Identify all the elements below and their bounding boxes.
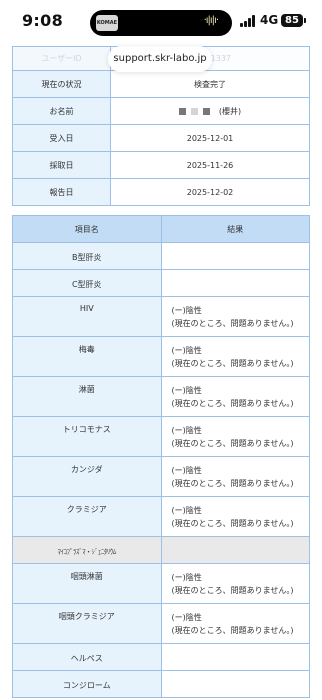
header-item-name: 項目名	[12, 215, 162, 243]
collection-date-value: 2025-11-26	[110, 151, 310, 179]
result-row-hepatitis-c: C型肝炎	[12, 269, 310, 297]
status-label: 現在の状況	[12, 70, 111, 98]
result-row-pharyngeal-gonorrhea: 咽頭淋菌 (ー)陰性 (現在のところ、問題ありません。)	[12, 563, 310, 604]
result-row-herpes: ヘルペス	[12, 643, 310, 671]
status-bar: 9:08 KOMAE ·ı|ı|ı· 4G 85	[0, 0, 322, 42]
result-item: 咽頭クラミジア	[12, 603, 162, 644]
header-result: 結果	[160, 215, 310, 243]
result-row-chlamydia: クラミジア (ー)陰性 (現在のところ、問題ありません。)	[12, 496, 310, 537]
status-row: 現在の状況 検査完了	[12, 70, 310, 98]
result-row-syphilis: 梅毒 (ー)陰性 (現在のところ、問題ありません。)	[12, 336, 310, 377]
url-bar[interactable]: support.skr-labo.jp	[108, 46, 212, 72]
received-date-value: 2025-12-01	[110, 124, 310, 152]
result-row-mycoplasma: ﾏｲｺﾌﾟﾗｽﾞﾏ・ｼﾞｪﾆﾀﾘｳﾑ	[12, 536, 310, 564]
results-header-row: 項目名 結果	[12, 215, 310, 243]
audio-waveform-icon: ·ı|ı|ı·	[203, 15, 219, 26]
app-icon: KOMAE	[96, 15, 118, 31]
result-row-hepatitis-b: B型肝炎	[12, 242, 310, 270]
dynamic-island: KOMAE ·ı|ı|ı·	[90, 10, 232, 36]
result-value: (ー)陰性 (現在のところ、問題ありません。)	[160, 456, 310, 497]
result-row-candida: カンジダ (ー)陰性 (現在のところ、問題ありません。)	[12, 456, 310, 497]
battery-icon: 85	[281, 14, 306, 27]
report-date-row: 報告日 2025-12-02	[12, 178, 310, 206]
collection-date-label: 採取日	[12, 151, 111, 179]
result-item: コンジローム	[12, 670, 162, 698]
result-item: 咽頭淋菌	[12, 563, 162, 604]
result-row-gonorrhea: 淋菌 (ー)陰性 (現在のところ、問題ありません。)	[12, 376, 310, 417]
result-item: B型肝炎	[12, 242, 162, 270]
result-item: C型肝炎	[12, 269, 162, 297]
name-row: お名前 (櫻井)	[12, 97, 310, 125]
received-date-label: 受入日	[12, 124, 111, 152]
result-item: ﾏｲｺﾌﾟﾗｽﾞﾏ・ｼﾞｪﾆﾀﾘｳﾑ	[12, 536, 162, 564]
result-value: (ー)陰性 (現在のところ、問題ありません。)	[160, 496, 310, 537]
name-value: (櫻井)	[110, 97, 310, 125]
status-time: 9:08	[22, 11, 63, 30]
network-type: 4G	[260, 13, 279, 27]
result-value	[160, 269, 310, 297]
phone-screen: 9:08 KOMAE ·ı|ı|ı· 4G 85 ユーザーID 1337 現在の…	[0, 0, 322, 700]
received-date-row: 受入日 2025-12-01	[12, 124, 310, 152]
cellular-signal-icon	[240, 15, 256, 27]
result-row-condyloma: コンジローム	[12, 670, 310, 698]
result-item: 梅毒	[12, 336, 162, 377]
result-item: HIV	[12, 296, 162, 337]
result-value	[160, 643, 310, 671]
result-value	[160, 670, 310, 698]
name-kanji: (櫻井)	[218, 106, 242, 116]
status-value: 検査完了	[110, 70, 310, 98]
report-date-label: 報告日	[12, 178, 111, 206]
result-value: (ー)陰性 (現在のところ、問題ありません。)	[160, 296, 310, 337]
test-results-table: 項目名 結果 B型肝炎 C型肝炎 HIV (ー)陰性 (現在のところ、問題ありませ…	[12, 215, 310, 698]
name-label: お名前	[12, 97, 111, 125]
result-value: (ー)陰性 (現在のところ、問題ありません。)	[160, 416, 310, 457]
result-item: ヘルペス	[12, 643, 162, 671]
result-value	[160, 242, 310, 270]
result-value	[160, 536, 310, 564]
result-row-pharyngeal-chlamydia: 咽頭クラミジア (ー)陰性 (現在のところ、問題ありません。)	[12, 603, 310, 644]
result-item: クラミジア	[12, 496, 162, 537]
result-value: (ー)陰性 (現在のところ、問題ありません。)	[160, 376, 310, 417]
result-row-trichomonas: トリコモナス (ー)陰性 (現在のところ、問題ありません。)	[12, 416, 310, 457]
result-value: (ー)陰性 (現在のところ、問題ありません。)	[160, 603, 310, 644]
result-value: (ー)陰性 (現在のところ、問題ありません。)	[160, 563, 310, 604]
user-id-label: ユーザーID	[12, 46, 111, 71]
result-item: カンジダ	[12, 456, 162, 497]
collection-date-row: 採取日 2025-11-26	[12, 151, 310, 179]
result-item: 淋菌	[12, 376, 162, 417]
result-item: トリコモナス	[12, 416, 162, 457]
report-date-value: 2025-12-02	[110, 178, 310, 206]
result-row-hiv: HIV (ー)陰性 (現在のところ、問題ありません。)	[12, 296, 310, 337]
redacted-name	[178, 107, 215, 116]
result-value: (ー)陰性 (現在のところ、問題ありません。)	[160, 336, 310, 377]
